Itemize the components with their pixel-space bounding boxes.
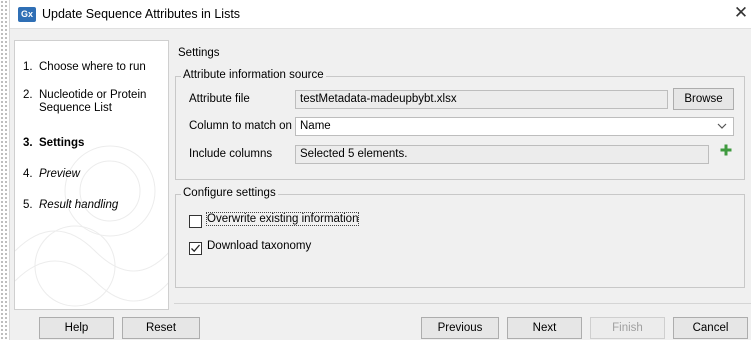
chevron-down-icon <box>717 118 727 141</box>
background-desktop <box>0 0 8 340</box>
wizard-steps-panel: 1. Choose where to run 2. Nucleotide or Pr… <box>14 40 169 310</box>
reset-button[interactable]: Reset <box>122 317 200 339</box>
attribute-file-field[interactable]: testMetadata-madeupbybt.xlsx <box>295 90 668 109</box>
step-preview[interactable]: 4. Preview <box>23 168 157 181</box>
browse-button[interactable]: Browse <box>673 88 734 110</box>
cancel-button[interactable]: Cancel <box>673 317 748 339</box>
dialog-window: Gx Update Sequence Attributes in Lists ✕… <box>9 0 751 340</box>
configure-settings-group: Configure settings Overwrite existing in… <box>175 187 745 288</box>
step-choose-where-to-run[interactable]: 1. Choose where to run <box>23 61 157 74</box>
column-match-select[interactable]: Name <box>295 117 734 136</box>
overwrite-checkbox[interactable] <box>189 215 202 228</box>
include-columns-field: Selected 5 elements. <box>295 145 709 164</box>
step-sequence-list[interactable]: 2. Nucleotide or Protein Sequence List <box>23 89 157 115</box>
download-taxonomy-checkbox[interactable] <box>189 242 202 255</box>
column-match-label: Column to match on <box>189 120 292 132</box>
app-icon: Gx <box>18 7 36 22</box>
include-columns-label: Include columns <box>189 148 273 160</box>
window-title: Update Sequence Attributes in Lists <box>42 7 241 21</box>
close-icon[interactable]: ✕ <box>732 3 750 23</box>
group-title: Configure settings <box>181 187 278 199</box>
group-title: Attribute information source <box>181 69 326 81</box>
finish-button[interactable]: Finish <box>590 317 665 339</box>
step-settings[interactable]: 3. Settings <box>23 137 157 150</box>
column-match-value: Name <box>300 120 331 132</box>
help-button[interactable]: Help <box>39 317 114 339</box>
previous-button[interactable]: Previous <box>421 317 499 339</box>
overwrite-label[interactable]: Overwrite existing information <box>205 212 360 226</box>
footer-divider <box>174 303 751 304</box>
step-result-handling[interactable]: 5. Result handling <box>23 199 157 212</box>
download-taxonomy-label[interactable]: Download taxonomy <box>207 240 311 252</box>
title-bar: Gx Update Sequence Attributes in Lists ✕ <box>10 0 751 29</box>
settings-section-label: Settings <box>178 47 220 59</box>
next-button[interactable]: Next <box>507 317 582 339</box>
plus-icon[interactable] <box>720 143 732 160</box>
attribute-file-label: Attribute file <box>189 93 250 105</box>
attribute-source-group: Attribute information source Attribute f… <box>175 69 745 180</box>
